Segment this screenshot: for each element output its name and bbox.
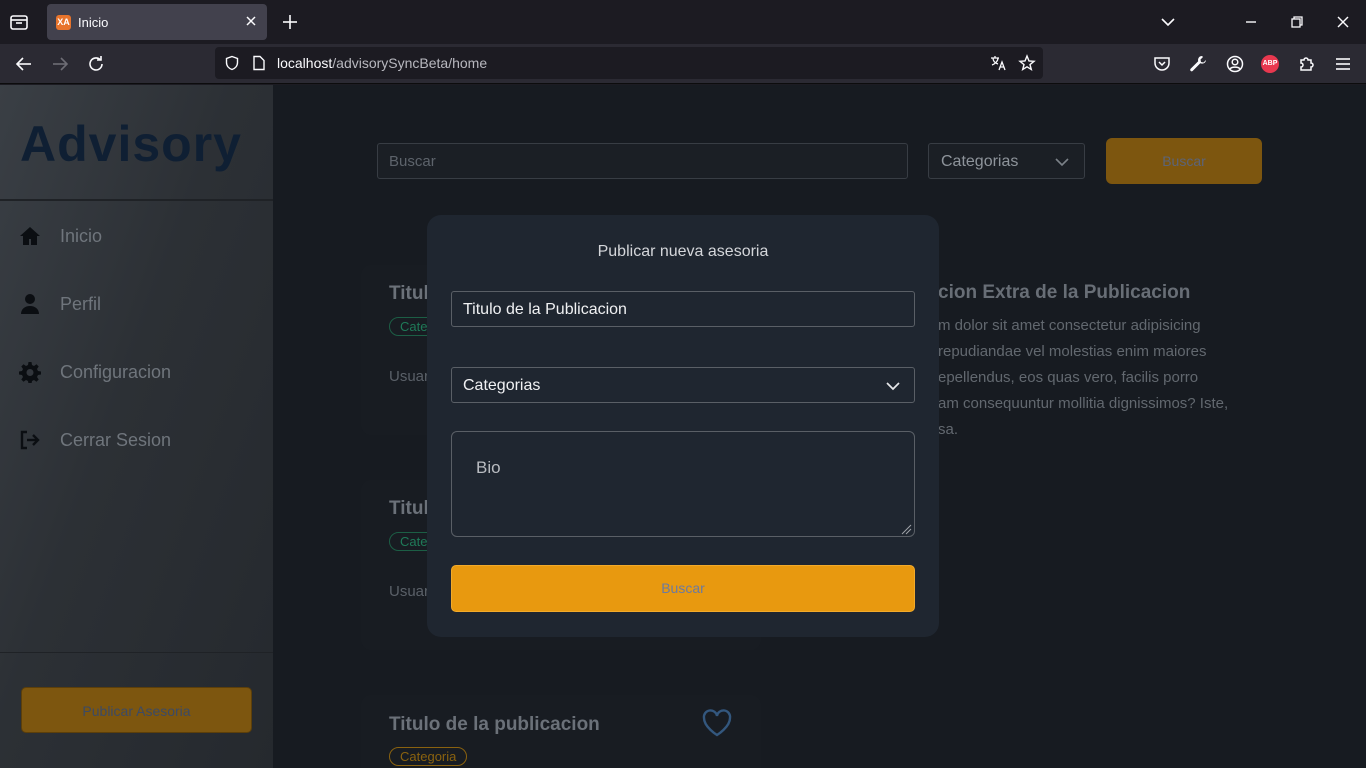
title-input[interactable]: Titulo de la Publicacion (451, 291, 915, 327)
shield-icon[interactable] (224, 55, 240, 71)
info-line: epellendus, eos quas vero, facilis porro (938, 369, 1199, 386)
publish-modal: Publicar nueva asesoria Titulo de la Pub… (427, 215, 939, 637)
close-window-icon[interactable] (1333, 12, 1353, 32)
browser-navbar: localhost/advisorySyncBeta/home ABP (0, 44, 1366, 84)
category-badge: Categoria (389, 747, 468, 766)
info-line: repudiandae vel molestias enim maiores (938, 343, 1207, 360)
sidebar-divider (0, 199, 273, 201)
modal-title: Publicar nueva asesoria (597, 243, 769, 260)
close-tab-icon[interactable] (243, 13, 259, 29)
bio-placeholder: Bio (476, 458, 501, 477)
extensions-icon[interactable] (1297, 54, 1317, 74)
page-icon[interactable] (252, 55, 266, 71)
card-title: Titul (389, 498, 429, 519)
sidebar-item-label: Inicio (60, 226, 103, 246)
chevron-down-icon (1054, 154, 1070, 170)
info-line: m dolor sit amet consectetur adipisicing (938, 317, 1201, 334)
resize-grip-icon[interactable] (900, 522, 912, 535)
category-select-value: Categorias (941, 153, 1019, 170)
info-line: am consequuntur mollitia dignissimos? Is… (938, 395, 1229, 412)
favicon-icon: XA (56, 15, 71, 30)
url-bar[interactable]: localhost/advisorySyncBeta/home (215, 47, 1043, 79)
card-title: Titulo de la publicacion (389, 714, 600, 735)
tab-inicio[interactable]: XA Inicio (47, 4, 267, 40)
bio-textarea[interactable]: Bio (451, 431, 915, 537)
minimize-icon[interactable] (1241, 12, 1261, 32)
sidebar-item-configuracion[interactable]: Configuracion (0, 347, 273, 397)
card-user: Usuar (389, 583, 430, 600)
user-icon (19, 293, 41, 315)
url-text[interactable]: localhost/advisorySyncBeta/home (277, 55, 487, 71)
sidebar-divider (0, 652, 273, 653)
card-title: Titul (389, 283, 429, 304)
adblock-icon[interactable]: ABP (1261, 55, 1279, 73)
info-title: cion Extra de la Publicacion (938, 282, 1191, 303)
sidebar: Advisory Inicio Perfil Configuracion Cer… (0, 85, 273, 768)
new-tab-icon[interactable] (280, 12, 300, 32)
account-icon[interactable] (1225, 54, 1245, 74)
publish-asesoria-button[interactable]: Publicar Asesoria (21, 687, 252, 733)
category-select[interactable]: Categorias (928, 143, 1085, 179)
tab-title: Inicio (78, 15, 109, 30)
browser-tabbar: XA Inicio (0, 0, 1366, 44)
sidebar-item-inicio[interactable]: Inicio (0, 211, 273, 261)
gear-icon (19, 361, 41, 384)
back-icon[interactable] (14, 54, 34, 74)
menu-icon[interactable] (1333, 54, 1353, 74)
tab-list-icon[interactable] (8, 11, 30, 33)
wrench-icon[interactable] (1188, 54, 1208, 74)
pocket-icon[interactable] (1152, 54, 1172, 74)
modal-category-select[interactable]: Categorias (451, 367, 915, 403)
info-line: sa. (938, 421, 959, 438)
sidebar-item-perfil[interactable]: Perfil (0, 279, 273, 329)
info-text: m dolor sit amet consectetur adipisicing… (938, 313, 1258, 443)
translate-icon[interactable] (989, 54, 1007, 72)
forward-icon[interactable] (50, 54, 70, 74)
modal-category-value: Categorias (463, 377, 541, 394)
search-input[interactable]: Buscar (377, 143, 908, 179)
card-user: Usuar (389, 368, 430, 385)
restore-icon[interactable] (1287, 12, 1307, 32)
sidebar-item-label: Perfil (60, 294, 102, 314)
sidebar-item-cerrar-sesion[interactable]: Cerrar Sesion (0, 415, 273, 465)
chevron-down-icon[interactable] (1158, 12, 1178, 32)
star-icon[interactable] (1018, 54, 1036, 72)
sidebar-item-label: Configuracion (60, 362, 172, 382)
sidebar-item-label: Cerrar Sesion (60, 430, 172, 450)
heart-icon[interactable] (701, 708, 733, 738)
chevron-down-icon (884, 377, 902, 395)
brand-logo: Advisory (20, 116, 242, 172)
reload-icon[interactable] (86, 54, 106, 74)
submit-button[interactable]: Buscar (451, 565, 915, 612)
search-button[interactable]: Buscar (1106, 138, 1262, 184)
home-icon (19, 225, 41, 247)
logout-icon (19, 429, 41, 451)
